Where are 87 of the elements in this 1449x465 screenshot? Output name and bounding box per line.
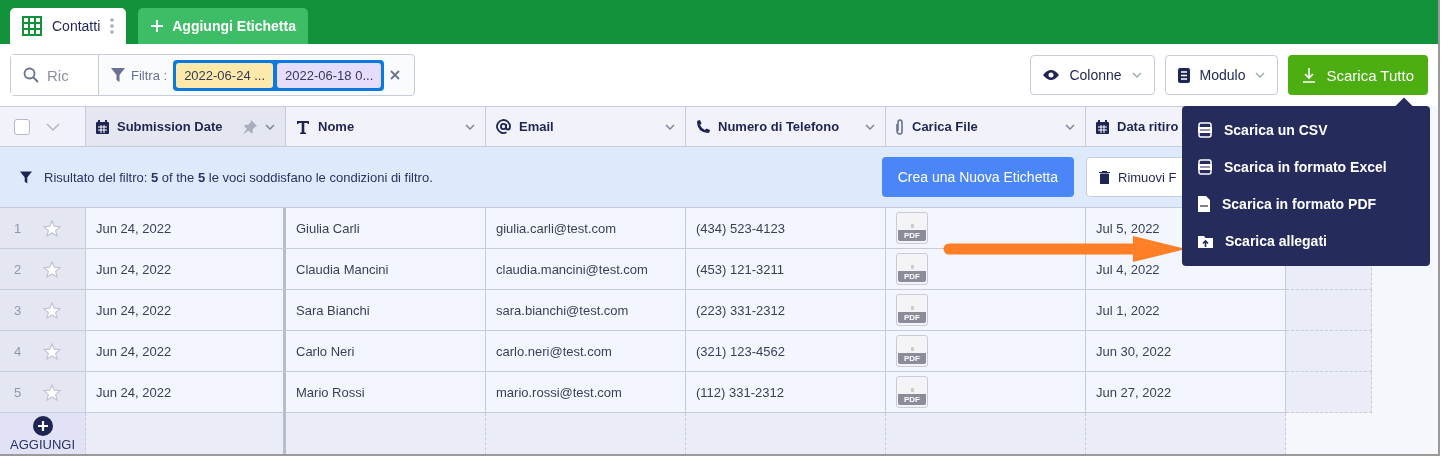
filter-label: Filtra : [131, 67, 168, 83]
column-header[interactable]: Nome [286, 107, 486, 146]
table-cell: Giulia Carli [286, 208, 486, 249]
menu-item[interactable]: Scarica un CSV [1182, 111, 1430, 148]
table-cell: (112) 331-2312 [686, 372, 886, 413]
plus-icon [150, 19, 165, 33]
table-cell: carlo.neri@test.com [486, 331, 686, 372]
eye-icon [1043, 69, 1060, 81]
filter-result-text: Risultato del filtro: 5 of the 5 le voci soddisfano le condizioni di filtro. [44, 169, 433, 185]
column-header[interactable]: Carica File [886, 107, 1086, 146]
row-number: 4 [14, 343, 22, 359]
more-icon[interactable] [110, 18, 115, 34]
star-icon[interactable] [43, 219, 61, 237]
trash-icon [1099, 170, 1110, 184]
column-title: Carica File [912, 119, 978, 134]
table-cell: Jun 24, 2022 [86, 331, 286, 372]
row-number: 1 [14, 220, 22, 236]
table-cell: Mario Rossi [286, 372, 486, 413]
table-cell: giulia.carli@test.com [486, 208, 686, 249]
column-header[interactable]: Submission Date [86, 107, 286, 146]
spreadsheet-file-icon [1198, 121, 1212, 138]
table-icon [22, 16, 42, 36]
plus-icon [32, 415, 53, 436]
table-cell: Sara Bianchi [286, 290, 486, 331]
column-title: Nome [318, 119, 355, 134]
chevron-down-icon [1131, 72, 1142, 78]
chevron-down-icon[interactable] [465, 123, 475, 130]
column-title: Data ritiro [1117, 119, 1179, 134]
column-title: Submission Date [117, 119, 223, 134]
chevron-down-icon[interactable] [46, 122, 60, 131]
column-header[interactable]: Numero di Telefono [686, 107, 886, 146]
table-cell: (453) 121-3211 [686, 249, 886, 290]
table-cell: Jun 30, 2022 [1086, 331, 1286, 372]
download-icon [1302, 67, 1317, 83]
columns-button[interactable]: Colonne [1030, 55, 1155, 95]
chevron-down-icon[interactable] [1065, 123, 1075, 130]
filter-chip[interactable]: 2022-06-18 0... [277, 62, 382, 88]
row-number: 2 [14, 261, 22, 277]
column-title: Email [519, 119, 554, 134]
table-cell: sara.bianchi@test.com [486, 290, 686, 331]
table-cell: Jun 24, 2022 [86, 372, 286, 413]
table-cell: mario.rossi@test.com [486, 372, 686, 413]
chevron-down-icon[interactable] [265, 123, 275, 130]
chevron-down-icon[interactable] [665, 123, 675, 130]
phone-icon [696, 119, 710, 134]
text-icon [296, 119, 310, 134]
table-cell: Jun 24, 2022 [86, 249, 286, 290]
table-cell: Claudia Mancini [286, 249, 486, 290]
star-icon[interactable] [43, 260, 61, 278]
excel-file-icon [1198, 158, 1212, 175]
row-number: 3 [14, 302, 22, 318]
filter-icon [111, 68, 125, 82]
chevron-down-icon[interactable] [865, 123, 875, 130]
search-field[interactable]: Ric [47, 66, 79, 84]
table-cell: claudia.mancini@test.com [486, 249, 686, 290]
close-icon[interactable] [390, 70, 401, 80]
column-header[interactable]: Email [486, 107, 686, 146]
at-sign-icon [496, 119, 511, 134]
table-cell: Jun 24, 2022 [86, 208, 286, 249]
star-icon[interactable] [43, 301, 61, 319]
calendar-icon [96, 119, 109, 134]
form-button[interactable]: Modulo [1164, 55, 1279, 95]
paperclip-icon [896, 118, 904, 135]
search-icon [23, 67, 39, 83]
star-icon[interactable] [43, 342, 61, 360]
table-cell: Jul 1, 2022 [1086, 290, 1286, 331]
filter-icon [20, 170, 32, 184]
filter-chip[interactable]: 2022-06-24 ... [176, 62, 274, 88]
star-icon[interactable] [43, 383, 61, 401]
document-icon [1177, 67, 1190, 83]
chevron-down-icon [1255, 72, 1266, 78]
table-cell: (321) 123-4562 [686, 331, 886, 372]
tab-label: Contatti [52, 18, 101, 34]
table-cell: Jun 24, 2022 [86, 290, 286, 331]
calendar-icon [1096, 119, 1109, 134]
table-cell: (434) 523-4123 [686, 208, 886, 249]
table-cell: (223) 331-2312 [686, 290, 886, 331]
tab[interactable]: Contatti [10, 8, 127, 44]
column-title: Numero di Telefono [718, 119, 840, 134]
table-cell: Jun 27, 2022 [1086, 372, 1286, 413]
select-all-checkbox[interactable] [14, 118, 30, 135]
add-row-button[interactable]: AGGIUNGI [0, 413, 86, 454]
pdf-file-icon [1198, 195, 1210, 212]
row-number: 5 [14, 384, 22, 400]
folder-upload-icon [1198, 233, 1213, 248]
table-cell: Carlo Neri [286, 331, 486, 372]
pin-icon[interactable] [243, 119, 257, 134]
